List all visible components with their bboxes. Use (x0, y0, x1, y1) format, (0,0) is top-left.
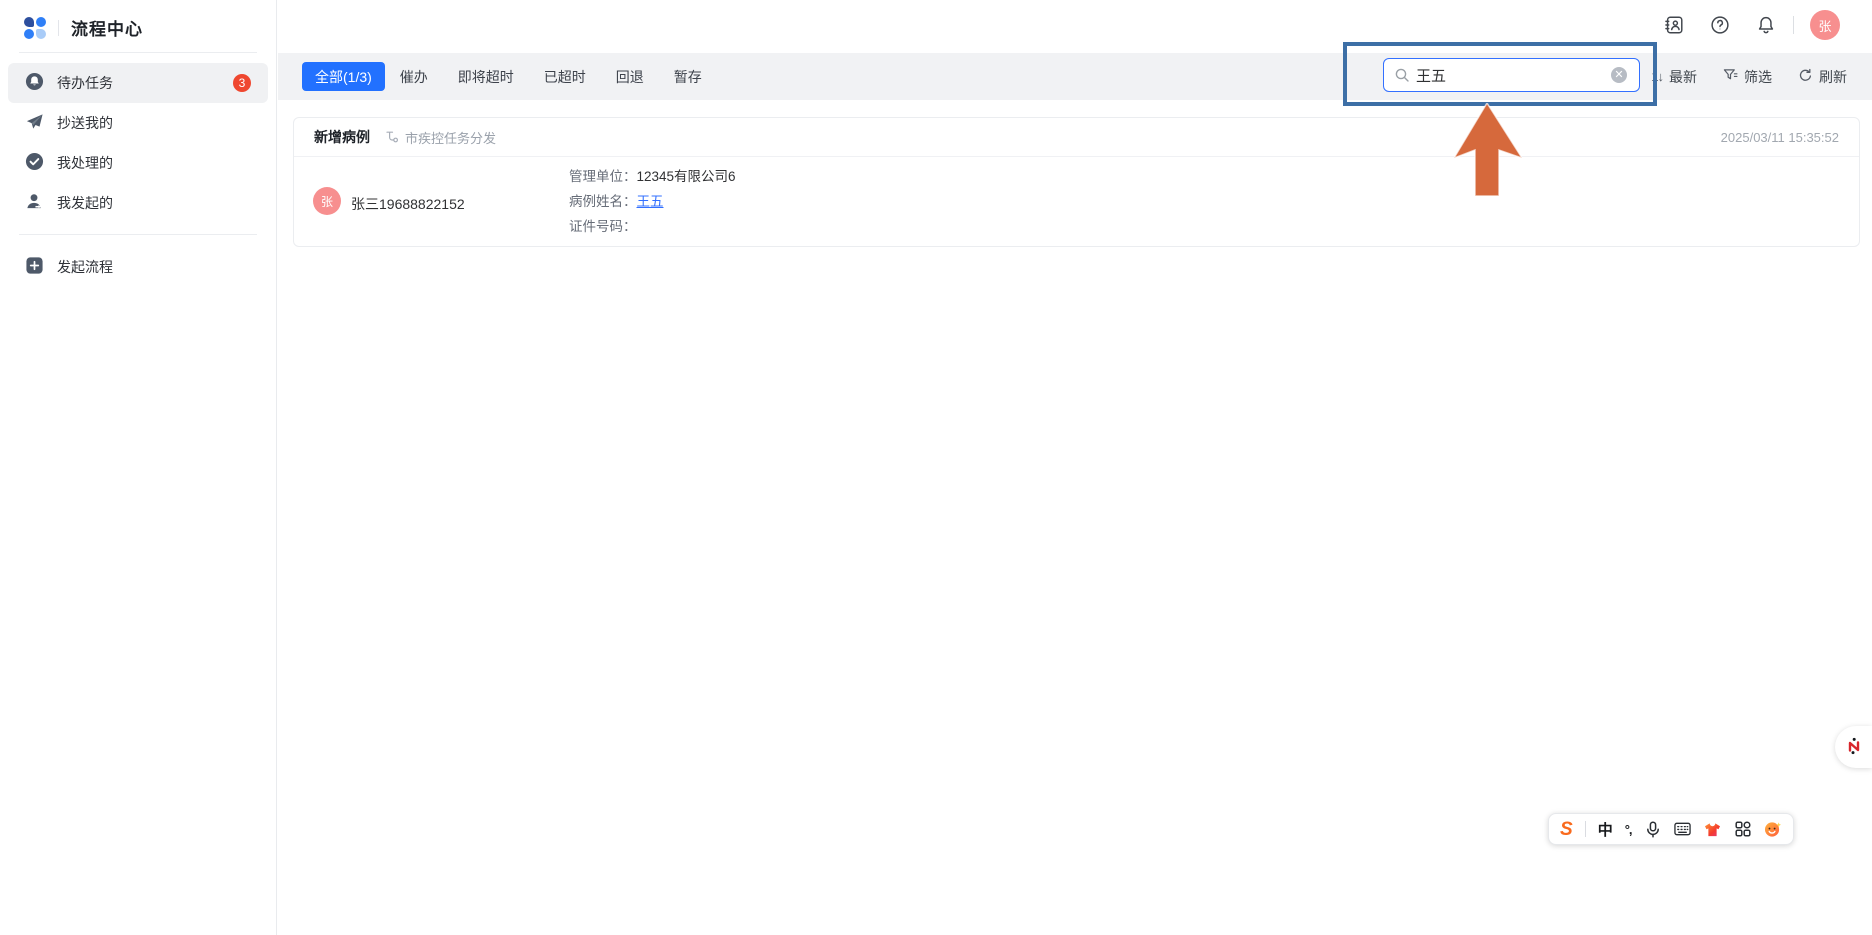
tab-urge[interactable]: 催办 (385, 62, 443, 91)
address-book-icon[interactable] (1663, 14, 1685, 36)
start-flow-button[interactable]: 发起流程 (8, 247, 268, 287)
user-avatar[interactable]: 张 (1810, 10, 1840, 40)
sidebar-divider-top (19, 52, 257, 53)
sidebar-item-label: 待办任务 (57, 73, 113, 93)
task-timestamp: 2025/03/11 15:35:52 (1721, 130, 1839, 145)
sort-icon: 1↓ (1651, 69, 1663, 84)
topbar-actions: 张 (1663, 10, 1840, 40)
task-title: 新增病例 (314, 127, 370, 147)
sidebar-nav: 待办任务 3 抄送我的 我处理的 我发起的 (0, 63, 276, 223)
soft-keyboard-icon[interactable] (1674, 822, 1692, 836)
bell-circle-icon (25, 72, 44, 94)
clear-search-icon[interactable]: ✕ (1611, 67, 1627, 83)
task-fields: 管理单位：12345有限公司6 病例姓名：王五 证件号码： (569, 164, 736, 239)
task-card-header: 新增病例 市疾控任务分发 2025/03/11 15:35:52 (294, 118, 1859, 157)
graph-network-icon (1845, 737, 1863, 758)
assignee-avatar: 张 (313, 187, 341, 215)
sidebar-item-cc-to-me[interactable]: 抄送我的 (8, 103, 268, 143)
sidebar-item-label: 我处理的 (57, 153, 113, 173)
app-logo-icon (24, 17, 46, 39)
edge-widget-button[interactable] (1835, 726, 1872, 768)
task-card-body: 张 张三19688822152 管理单位：12345有限公司6 病例姓名：王五 … (294, 157, 1859, 246)
task-card[interactable]: 新增病例 市疾控任务分发 2025/03/11 15:35:52 张 张三196… (293, 117, 1860, 247)
check-circle-icon (25, 152, 44, 174)
ime-divider (1585, 821, 1586, 837)
assignee-name: 张三19688822152 (351, 194, 465, 214)
skin-shirt-icon[interactable] (1704, 822, 1722, 837)
process-center-app: 流程中心 待办任务 3 抄送我的 我处理的 (0, 0, 1872, 935)
start-flow-label: 发起流程 (57, 257, 113, 277)
send-icon (25, 112, 44, 134)
field-managing-unit: 管理单位：12345有限公司6 (569, 164, 736, 189)
sort-latest-label: 最新 (1669, 67, 1697, 87)
ime-punctuation-icon[interactable]: °, (1625, 822, 1632, 837)
emoji-assistant-icon[interactable] (1764, 821, 1782, 838)
tab-about-to-timeout[interactable]: 即将超时 (443, 62, 529, 91)
ime-toolbar: S 中 °, (1548, 813, 1794, 845)
tab-timed-out[interactable]: 已超时 (529, 62, 601, 91)
ime-language-mode[interactable]: 中 (1598, 819, 1613, 840)
filter-funnel-icon (1723, 68, 1738, 86)
flow-branch-icon (385, 130, 399, 144)
refresh-button[interactable]: 刷新 (1798, 67, 1847, 87)
tab-all[interactable]: 全部(1/3) (302, 62, 385, 91)
topbar-divider (1793, 16, 1794, 34)
sidebar-divider-bottom (19, 234, 257, 235)
sidebar-item-label: 抄送我的 (57, 113, 113, 133)
sort-latest-button[interactable]: 1↓ 最新 (1651, 67, 1697, 87)
sidebar-item-handled-by-me[interactable]: 我处理的 (8, 143, 268, 183)
search-icon (1394, 67, 1410, 86)
sidebar-item-todo-tasks[interactable]: 待办任务 3 (8, 63, 268, 103)
toolbox-grid-icon[interactable] (1734, 821, 1752, 837)
notification-bell-icon[interactable] (1755, 14, 1777, 36)
task-tabs: 全部(1/3) 催办 即将超时 已超时 回退 暂存 (302, 62, 717, 91)
logo-divider (58, 20, 59, 36)
plus-square-icon (25, 256, 44, 278)
filter-button[interactable]: 筛选 (1723, 67, 1772, 87)
sidebar-item-started-by-me[interactable]: 我发起的 (8, 183, 268, 223)
field-case-name: 病例姓名：王五 (569, 189, 736, 214)
tab-draft[interactable]: 暂存 (659, 62, 717, 91)
case-name-link[interactable]: 王五 (637, 194, 664, 209)
sidebar-item-label: 我发起的 (57, 193, 113, 213)
microphone-icon[interactable] (1644, 821, 1662, 838)
filter-label: 筛选 (1744, 67, 1772, 87)
sidebar: 流程中心 待办任务 3 抄送我的 我处理的 (0, 0, 277, 935)
search-box: ✕ (1383, 58, 1640, 92)
flow-name: 市疾控任务分发 (405, 128, 496, 147)
field-id-number: 证件号码： (569, 214, 736, 239)
app-logo-row: 流程中心 (0, 0, 276, 52)
refresh-icon (1798, 68, 1813, 86)
user-icon (25, 192, 44, 214)
page-title: 流程中心 (71, 15, 143, 40)
list-actions: 1↓ 最新 筛选 刷新 (1651, 53, 1847, 100)
tab-returned[interactable]: 回退 (601, 62, 659, 91)
help-icon[interactable] (1709, 14, 1731, 36)
ime-logo[interactable]: S (1560, 820, 1573, 839)
todo-count-badge: 3 (233, 74, 251, 92)
search-input[interactable] (1383, 58, 1640, 92)
refresh-label: 刷新 (1819, 67, 1847, 87)
